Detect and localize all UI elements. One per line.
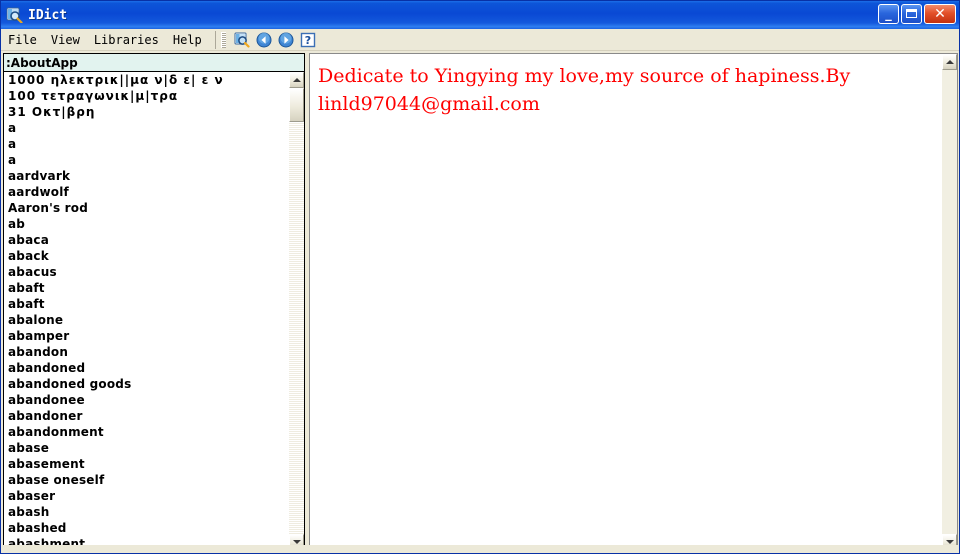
scroll-up-button[interactable] bbox=[942, 54, 957, 70]
minimize-icon: _ bbox=[885, 7, 892, 22]
list-item[interactable]: abaca bbox=[8, 232, 288, 248]
menu-bar: File View Libraries Help ? bbox=[1, 29, 959, 51]
list-item[interactable]: abashed bbox=[8, 520, 288, 536]
help-question-icon: ? bbox=[300, 32, 316, 48]
list-item[interactable]: abandonment bbox=[8, 424, 288, 440]
dedication-line-1: Dedicate to Yingying my love,my source o… bbox=[318, 65, 851, 87]
menu-item-libraries[interactable]: Libraries bbox=[87, 31, 166, 49]
chevron-down-icon bbox=[292, 540, 301, 544]
chevron-up-icon bbox=[292, 78, 301, 82]
minimize-button[interactable]: _ bbox=[878, 4, 899, 24]
scroll-up-button[interactable] bbox=[289, 72, 304, 88]
search-book-icon bbox=[234, 32, 250, 48]
title-bar[interactable]: IDict _ ✕ bbox=[1, 1, 959, 29]
list-item[interactable]: abandon bbox=[8, 344, 288, 360]
list-item[interactable]: abash bbox=[8, 504, 288, 520]
list-item[interactable]: a bbox=[8, 152, 288, 168]
dedication-text: Dedicate to Yingying my love,my source o… bbox=[318, 62, 931, 118]
chevron-up-icon bbox=[945, 60, 954, 64]
maximize-button[interactable] bbox=[901, 4, 922, 24]
list-item[interactable]: abaser bbox=[8, 488, 288, 504]
list-item[interactable]: abaft bbox=[8, 296, 288, 312]
status-bar bbox=[1, 545, 959, 553]
window-title: IDict bbox=[28, 7, 68, 23]
dedication-line-2: linld97044@gmail.com bbox=[318, 93, 540, 115]
forward-arrow-icon bbox=[278, 32, 294, 48]
content-pane: Dedicate to Yingying my love,my source o… bbox=[309, 53, 958, 551]
client-area: :AboutApp 1000 ηλεκτρικ||μα ν|δ ε| ε ν 1… bbox=[1, 51, 959, 553]
list-item[interactable]: abandonee bbox=[8, 392, 288, 408]
word-list-scrollbar[interactable] bbox=[288, 72, 304, 550]
toolbar-help-button[interactable]: ? bbox=[297, 30, 319, 50]
toolbar-forward-button[interactable] bbox=[275, 30, 297, 50]
scroll-track[interactable] bbox=[942, 70, 957, 534]
list-item[interactable]: 100 τετραγωνικ|μ|τρα bbox=[8, 88, 288, 104]
list-item[interactable]: aardvark bbox=[8, 168, 288, 184]
menu-item-view[interactable]: View bbox=[44, 31, 87, 49]
word-list-items: 1000 ηλεκτρικ||μα ν|δ ε| ε ν 100 τετραγω… bbox=[4, 72, 288, 550]
scroll-thumb[interactable] bbox=[289, 88, 304, 122]
list-item[interactable]: abalone bbox=[8, 312, 288, 328]
search-input[interactable]: :AboutApp bbox=[3, 53, 305, 71]
dictionary-search-icon bbox=[6, 7, 23, 24]
list-item[interactable]: aardwolf bbox=[8, 184, 288, 200]
list-item[interactable]: abandoned bbox=[8, 360, 288, 376]
list-item[interactable]: Aaron's rod bbox=[8, 200, 288, 216]
close-button[interactable]: ✕ bbox=[924, 4, 956, 24]
list-item[interactable]: aback bbox=[8, 248, 288, 264]
list-item[interactable]: abandoner bbox=[8, 408, 288, 424]
list-item[interactable]: abacus bbox=[8, 264, 288, 280]
close-icon: ✕ bbox=[934, 6, 946, 22]
definition-content[interactable]: Dedicate to Yingying my love,my source o… bbox=[310, 54, 941, 550]
menu-item-help[interactable]: Help bbox=[166, 31, 209, 49]
list-item[interactable]: 1000 ηλεκτρικ||μα ν|δ ε| ε ν bbox=[8, 72, 288, 88]
list-item[interactable]: abase bbox=[8, 440, 288, 456]
back-arrow-icon bbox=[256, 32, 272, 48]
list-item[interactable]: abaft bbox=[8, 280, 288, 296]
list-item[interactable]: 31 Οκτ|βρη bbox=[8, 104, 288, 120]
toolbar-back-button[interactable] bbox=[253, 30, 275, 50]
content-scrollbar[interactable] bbox=[941, 54, 957, 550]
toolbar-divider bbox=[214, 30, 216, 49]
list-item[interactable]: abamper bbox=[8, 328, 288, 344]
list-item[interactable]: a bbox=[8, 136, 288, 152]
toolbar-search-button[interactable] bbox=[231, 30, 253, 50]
word-list[interactable]: 1000 ηλεκτρικ||μα ν|δ ε| ε ν 100 τετραγω… bbox=[3, 71, 305, 551]
menu-item-file[interactable]: File bbox=[1, 31, 44, 49]
word-list-pane: :AboutApp 1000 ηλεκτρικ||μα ν|δ ε| ε ν 1… bbox=[3, 53, 305, 551]
list-item[interactable]: ab bbox=[8, 216, 288, 232]
list-item[interactable]: abasement bbox=[8, 456, 288, 472]
list-item[interactable]: abandoned goods bbox=[8, 376, 288, 392]
application-window: IDict _ ✕ File View Libraries Help ?:Ab… bbox=[0, 0, 960, 554]
toolbar-grip-handle[interactable] bbox=[220, 31, 226, 48]
list-item[interactable]: a bbox=[8, 120, 288, 136]
scroll-track[interactable] bbox=[289, 88, 304, 534]
chevron-down-icon bbox=[945, 540, 954, 544]
maximize-icon bbox=[906, 9, 917, 18]
window-controls: _ ✕ bbox=[878, 4, 956, 24]
svg-text:?: ? bbox=[305, 34, 311, 47]
list-item[interactable]: abase oneself bbox=[8, 472, 288, 488]
